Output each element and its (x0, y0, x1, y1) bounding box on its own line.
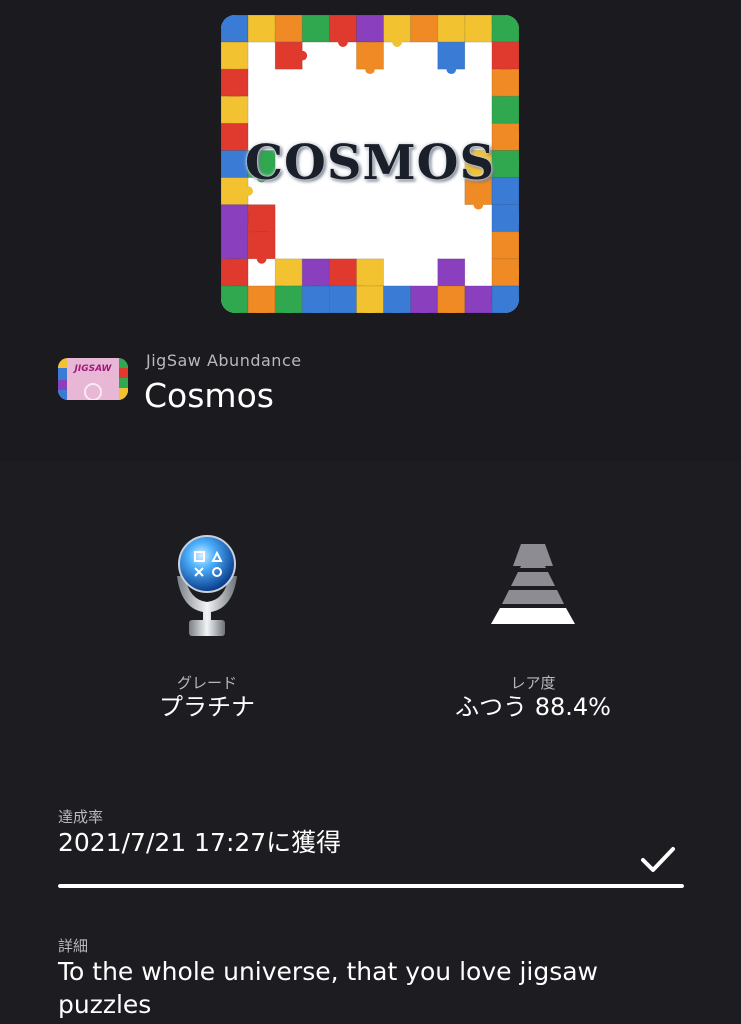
game-info-row[interactable]: JIGSAW JigSaw Abundance Cosmos (58, 350, 698, 420)
rarity-value: ふつう 88.4% (455, 693, 611, 721)
checkmark-icon (641, 847, 675, 872)
puzzle-knob (392, 37, 402, 47)
details-text: To the whole universe, that you love jig… (58, 957, 599, 1019)
achievement-date: 2021/7/21 17:27に獲得 (58, 828, 342, 857)
rarity-pyramid-icon (393, 520, 673, 650)
trophy-header: COSMOS JIGSAW JigSaw Abundance Cosmos (0, 0, 741, 462)
puzzle-knob (473, 199, 484, 210)
game-thumbnail-text: JIGSAW (74, 364, 112, 374)
grade-label: グレード (176, 674, 237, 692)
grade-stat: グレード プラチナ (67, 520, 347, 722)
achievement-label: 達成率 (58, 808, 104, 826)
details-section: 詳細 To the whole universe, that you love … (58, 937, 684, 1021)
puzzle-knob (365, 64, 375, 75)
grade-value: プラチナ (159, 693, 255, 721)
puzzle-knob (338, 37, 348, 47)
achievement-section: 達成率 2021/7/21 17:27に獲得 (58, 808, 684, 888)
achievement-progress-bar (58, 884, 684, 888)
puzzle-knob (297, 50, 308, 61)
trophy-detail-screen: COSMOS JIGSAW JigSaw Abundance Cosmos グレ… (0, 0, 741, 1024)
trophy-artwork: COSMOS (221, 15, 519, 313)
trophy-name: Cosmos (144, 376, 274, 415)
puzzle-knob (256, 253, 267, 264)
trophy-stats: グレード プラチナ レア度 ふつう 88.4% (0, 520, 741, 740)
rarity-stat: レア度 ふつう 88.4% (393, 520, 673, 722)
details-label: 詳細 (58, 937, 89, 955)
game-thumbnail: JIGSAW (58, 358, 128, 400)
game-name: JigSaw Abundance (146, 351, 302, 370)
puzzle-knob (446, 64, 457, 75)
rarity-label: レア度 (510, 674, 556, 692)
trophy-art-title: COSMOS (244, 135, 496, 191)
platinum-trophy-icon (67, 520, 347, 650)
achievement-progress-fill (58, 884, 684, 888)
